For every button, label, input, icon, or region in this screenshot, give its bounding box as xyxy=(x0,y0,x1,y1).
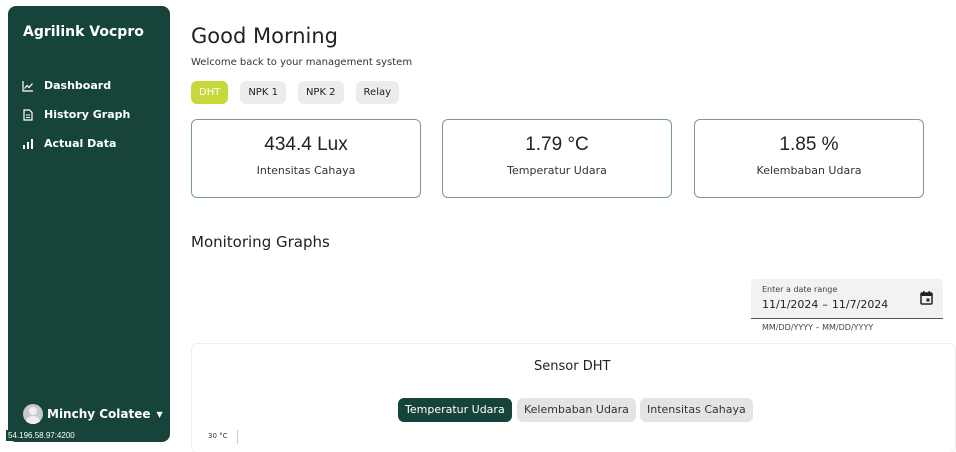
date-range-hint: MM/DD/YYYY – MM/DD/YYYY xyxy=(762,323,874,332)
card-value: 1.85 % xyxy=(779,134,839,155)
document-icon xyxy=(23,108,33,121)
date-range-values: 11/1/2024–11/7/2024 xyxy=(762,298,888,311)
chip-intensitas-cahaya[interactable]: Intensitas Cahaya xyxy=(640,398,753,422)
calendar-icon[interactable] xyxy=(920,291,933,305)
bar-chart-icon xyxy=(23,138,33,149)
chip-kelembaban-udara[interactable]: Kelembaban Udara xyxy=(517,398,636,422)
monitoring-title: Monitoring Graphs xyxy=(191,233,330,251)
page-title: Good Morning xyxy=(191,24,338,48)
card-light-intensity: 434.4 Lux Intensitas Cahaya xyxy=(191,119,421,198)
sidebar-item-label: History Graph xyxy=(44,108,131,121)
card-air-humidity: 1.85 % Kelembaban Udara xyxy=(694,119,924,198)
caret-down-icon: ▼ xyxy=(156,409,163,419)
sensor-tabs: DHT NPK 1 NPK 2 Relay xyxy=(191,81,411,104)
sidebar: Agrilink Vocpro Dashboard History Graph … xyxy=(8,6,170,442)
sidebar-nav: Dashboard History Graph Actual Data xyxy=(22,71,130,158)
graph-title: Sensor DHT xyxy=(534,359,611,374)
date-range-label: Enter a date range xyxy=(762,285,838,294)
brand-name: Agrilink Vocpro xyxy=(23,24,144,40)
card-value: 434.4 Lux xyxy=(264,134,348,155)
tab-npk-2[interactable]: NPK 2 xyxy=(297,81,344,104)
date-range-separator: – xyxy=(822,298,828,311)
tab-relay[interactable]: Relay xyxy=(355,81,400,104)
status-url: 54.196.58.97:4200 xyxy=(6,430,77,441)
sidebar-item-actual-data[interactable]: Actual Data xyxy=(22,129,130,158)
line-chart-icon xyxy=(22,80,33,92)
date-range-start[interactable]: 11/1/2024 xyxy=(762,298,818,311)
card-label: Kelembaban Udara xyxy=(756,164,862,177)
card-label: Temperatur Udara xyxy=(507,164,607,177)
sidebar-item-dashboard[interactable]: Dashboard xyxy=(22,71,130,100)
card-air-temperature: 1.79 °C Temperatur Udara xyxy=(442,119,672,198)
user-menu[interactable]: Minchy Colatee ▼ xyxy=(23,404,163,424)
sidebar-item-history-graph[interactable]: History Graph xyxy=(22,100,130,129)
tab-npk-1[interactable]: NPK 1 xyxy=(240,81,286,104)
chip-temperatur-udara[interactable]: Temperatur Udara xyxy=(398,398,512,422)
card-value: 1.79 °C xyxy=(525,134,589,155)
tab-dht[interactable]: DHT xyxy=(191,81,229,104)
date-range-end[interactable]: 11/7/2024 xyxy=(832,298,888,311)
y-axis-line xyxy=(237,430,238,444)
card-label: Intensitas Cahaya xyxy=(256,164,356,177)
welcome-text: Welcome back to your management system xyxy=(191,57,413,68)
user-name: Minchy Colatee xyxy=(47,407,151,421)
avatar xyxy=(23,404,43,424)
sidebar-item-label: Dashboard xyxy=(44,79,112,92)
y-axis-tick-label: 30 °C xyxy=(208,432,228,440)
sidebar-item-label: Actual Data xyxy=(44,137,117,150)
date-range-input[interactable]: Enter a date range 11/1/2024–11/7/2024 xyxy=(751,279,943,319)
